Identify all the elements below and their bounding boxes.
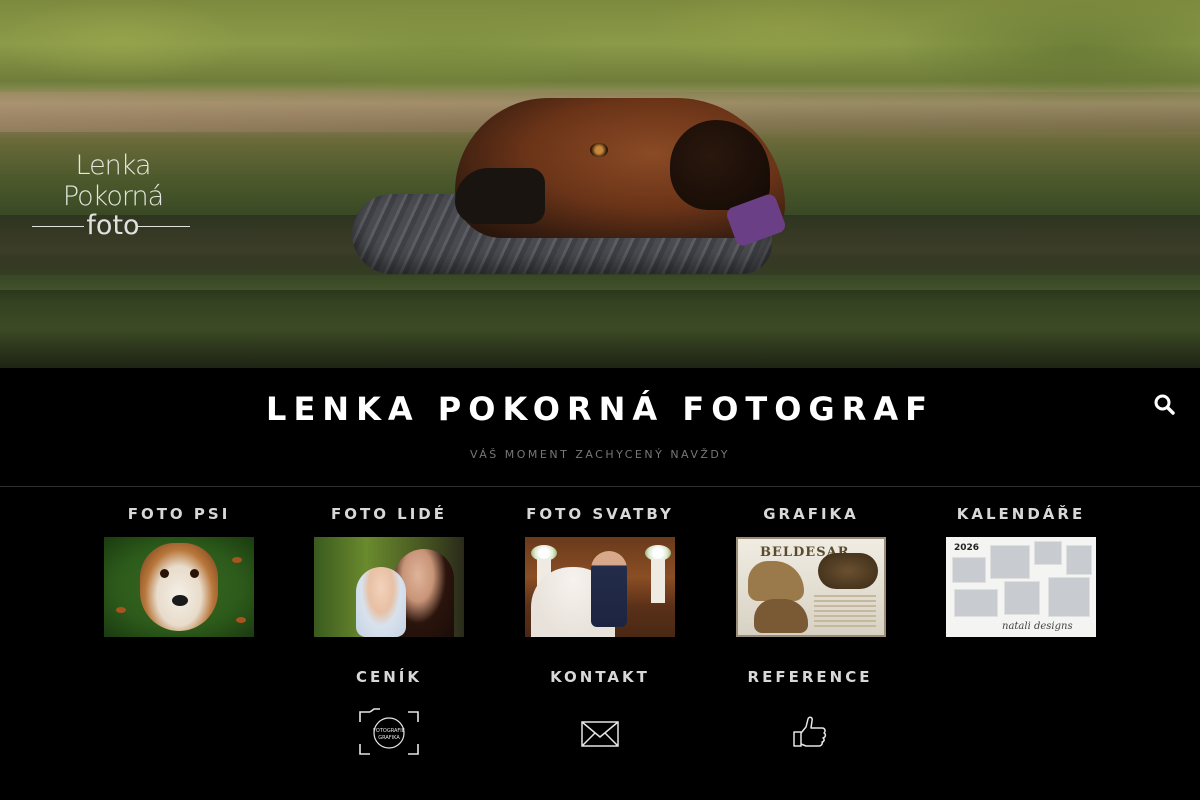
thumb-pillar <box>651 559 665 603</box>
thumb-leaf <box>232 557 242 563</box>
nav-label: CENÍK <box>355 668 422 686</box>
nav-label: FOTO LIDÉ <box>330 505 448 523</box>
nav-label: KALENDÁŘE <box>956 505 1086 523</box>
envelope-icon[interactable] <box>565 708 635 758</box>
thumb-calendar-page <box>1048 577 1090 617</box>
nav-item-reference[interactable]: REFERENCE <box>710 666 910 758</box>
thumb-beagle <box>140 543 218 631</box>
thumb-leaf <box>236 617 246 623</box>
thumb-dog <box>754 599 808 633</box>
thumb-calendar-page <box>1066 545 1092 575</box>
watermark-foto: foto <box>28 212 198 240</box>
thumb-dog <box>818 553 878 589</box>
thumb-grafika[interactable]: BELDESAR <box>736 537 886 637</box>
thumb-foto-lide[interactable] <box>314 537 464 637</box>
thumb-calendar-page <box>1004 581 1040 615</box>
nav-label: FOTO PSI <box>127 505 231 523</box>
camera-frame-icon-graphic: FOTOGRAFIE GRAFIKA <box>359 708 419 755</box>
thumb-calendar-page <box>1034 541 1062 565</box>
thumb-calendar-brand: natali designs <box>1002 621 1073 632</box>
site-tagline: VÁŠ MOMENT ZACHYCENÝ NAVŽDY <box>469 448 731 461</box>
svg-text:FOTOGRAFIE: FOTOGRAFIE <box>373 728 405 734</box>
nav-item-kontakt[interactable]: KONTAKT <box>500 666 700 758</box>
thumb-foto-svatby[interactable] <box>525 537 675 637</box>
thumb-foto-psi[interactable] <box>104 537 254 637</box>
hero-dog-snout <box>455 168 545 224</box>
hero-dog-eye <box>590 143 608 157</box>
search-button[interactable] <box>1152 392 1178 418</box>
thumb-leaf <box>116 607 126 613</box>
hero-watermark: Lenka Pokorná foto <box>28 150 198 240</box>
watermark-name: Lenka Pokorná <box>62 150 164 212</box>
thumb-baby <box>356 567 406 637</box>
thumb-calendar-page <box>952 557 986 583</box>
camera-frame-icon[interactable]: FOTOGRAFIE GRAFIKA <box>354 708 424 758</box>
nav-label: FOTO SVATBY <box>526 505 674 523</box>
thumb-calendar-year: 2026 <box>954 543 980 553</box>
hero-reflection <box>0 290 1200 368</box>
thumbs-up-icon-graphic <box>793 716 827 747</box>
thumb-dog <box>748 561 804 601</box>
envelope-icon-graphic <box>581 721 619 747</box>
nav-label: KONTAKT <box>550 668 650 686</box>
svg-text:GRAFIKA: GRAFIKA <box>378 735 400 741</box>
thumb-beagle-nose <box>172 595 188 606</box>
thumbs-up-icon[interactable] <box>775 708 845 758</box>
search-icon <box>1154 394 1175 415</box>
nav-label: GRAFIKA <box>763 505 859 523</box>
nav-item-foto-psi[interactable]: FOTO PSI <box>79 503 279 637</box>
thumb-beagle-eye <box>190 569 199 578</box>
nav-item-kalendare[interactable]: KALENDÁŘE 2026 natali designs <box>921 503 1121 637</box>
thumb-calendar-page <box>954 589 998 617</box>
thumb-beagle-eye <box>160 569 169 578</box>
thumb-calendar-page <box>990 545 1030 579</box>
nav-item-foto-svatby[interactable]: FOTO SVATBY <box>500 503 700 637</box>
thumb-kalendare[interactable]: 2026 natali designs <box>946 537 1096 637</box>
nav-item-cenik[interactable]: CENÍK FOTOGRAFIE GRAFIKA <box>289 666 489 758</box>
hero-image: Lenka Pokorná foto <box>0 0 1200 368</box>
nav-item-grafika[interactable]: GRAFIKA BELDESAR <box>711 503 911 637</box>
thumb-groom <box>591 551 627 627</box>
site-title[interactable]: LENKA POKORNÁ FOTOGRAF <box>0 390 1200 428</box>
header-divider <box>0 486 1200 487</box>
nav-label: REFERENCE <box>747 668 873 686</box>
thumb-text-block <box>814 595 876 627</box>
nav-item-foto-lide[interactable]: FOTO LIDÉ <box>289 503 489 637</box>
